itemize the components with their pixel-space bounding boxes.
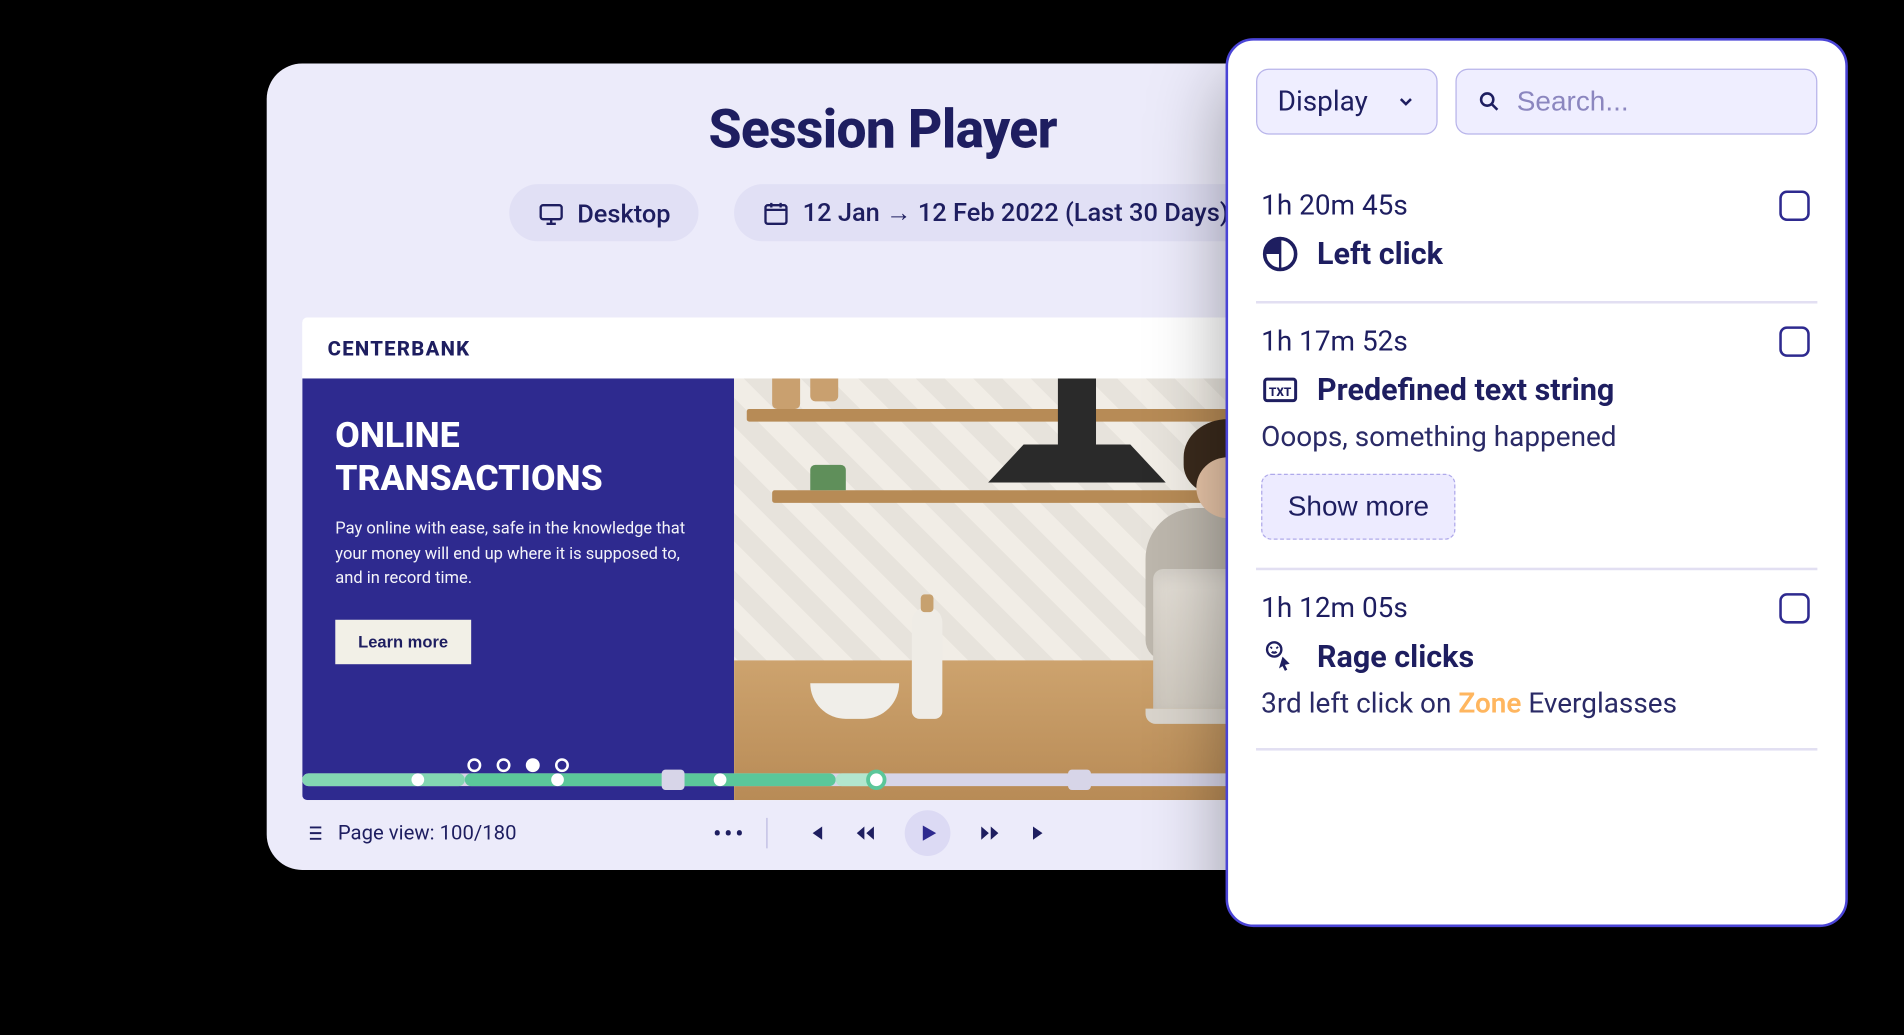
hero-title-line1: ONLINE	[335, 414, 459, 456]
rage-click-icon	[1261, 638, 1299, 676]
carousel-dot-3[interactable]	[526, 758, 540, 772]
chevron-down-icon	[1396, 91, 1416, 111]
page-view-label: Page view: 100/180	[338, 820, 517, 844]
event-desc-zone: Zone	[1458, 688, 1521, 720]
skip-forward-icon[interactable]	[1029, 821, 1052, 844]
carousel-dot-4[interactable]	[555, 758, 569, 772]
device-chip[interactable]: Desktop	[509, 184, 699, 241]
carousel-dot-1[interactable]	[467, 758, 481, 772]
events-panel: Display 1h 20m 45s Left click 1h 17m 52s	[1226, 38, 1848, 927]
text-string-icon: TXT	[1261, 371, 1299, 409]
show-more-button[interactable]: Show more	[1261, 474, 1456, 540]
event-time: 1h 17m 52s	[1261, 326, 1812, 358]
play-button[interactable]	[905, 810, 951, 856]
events-search[interactable]	[1455, 69, 1817, 135]
desktop-icon	[537, 199, 565, 227]
events-search-input[interactable]	[1517, 85, 1796, 118]
svg-text:TXT: TXT	[1269, 385, 1292, 399]
event-description: 3rd left click on Zone Everglasses	[1261, 688, 1812, 720]
event-checkbox[interactable]	[1779, 326, 1809, 356]
event-desc-suffix: Everglasses	[1521, 688, 1677, 720]
hero-body-text: Pay online with ease, safe in the knowle…	[335, 517, 701, 591]
carousel-dot-2[interactable]	[497, 758, 511, 772]
device-chip-label: Desktop	[577, 197, 670, 227]
hero-title-line2: TRANSACTIONS	[335, 457, 602, 499]
event-description: Ooops, something happened	[1261, 422, 1812, 454]
event-item[interactable]: 1h 17m 52s TXT Predefined text string Oo…	[1256, 304, 1817, 571]
event-time: 1h 20m 45s	[1261, 191, 1812, 223]
event-checkbox[interactable]	[1779, 191, 1809, 221]
event-title: Predefined text string	[1317, 372, 1614, 408]
calendar-icon	[762, 199, 790, 227]
hero-title: ONLINE TRANSACTIONS	[335, 414, 701, 499]
page-view-indicator[interactable]: Page view: 100/180	[302, 820, 516, 844]
left-click-icon	[1261, 235, 1299, 273]
search-icon	[1477, 88, 1501, 116]
event-item[interactable]: 1h 12m 05s Rage clicks 3rd left click on…	[1256, 570, 1817, 750]
recorded-site-brand: CENTERBANK	[328, 336, 471, 360]
event-time: 1h 12m 05s	[1261, 593, 1812, 625]
event-checkbox[interactable]	[1779, 593, 1809, 623]
skip-back-icon[interactable]	[803, 821, 826, 844]
play-icon	[916, 821, 939, 844]
more-options-button[interactable]: •••	[713, 817, 768, 847]
display-filter-dropdown[interactable]: Display	[1256, 69, 1438, 135]
display-filter-label: Display	[1278, 86, 1368, 118]
date-range-label: 12 Jan → 12 Feb 2022 (Last 30 Days)	[803, 197, 1229, 229]
hero-left-panel: ONLINE TRANSACTIONS Pay online with ease…	[302, 378, 734, 800]
list-icon	[302, 821, 325, 844]
event-list: 1h 20m 45s Left click 1h 17m 52s TXT Pre…	[1256, 168, 1817, 751]
event-title: Left click	[1317, 236, 1443, 272]
event-title: Rage clicks	[1317, 639, 1474, 675]
rewind-icon[interactable]	[854, 821, 877, 844]
event-item[interactable]: 1h 20m 45s Left click	[1256, 168, 1817, 304]
fast-forward-icon[interactable]	[979, 821, 1002, 844]
learn-more-button[interactable]: Learn more	[335, 619, 471, 663]
event-desc-prefix: 3rd left click on	[1261, 688, 1458, 720]
date-range-chip[interactable]: 12 Jan → 12 Feb 2022 (Last 30 Days)	[734, 184, 1257, 241]
